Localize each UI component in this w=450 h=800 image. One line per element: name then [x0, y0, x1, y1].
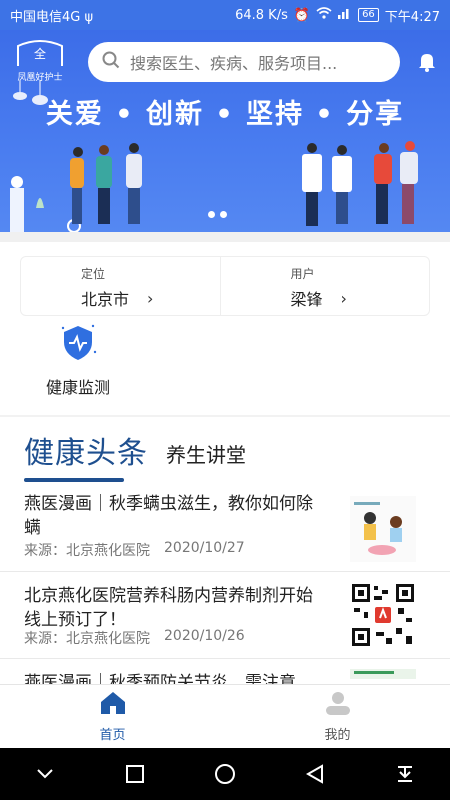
search-bar[interactable]: 搜索医生、疾病、服务项目...: [88, 42, 400, 82]
home-circle-icon[interactable]: [213, 762, 237, 786]
qr-code-thumbnail: [350, 582, 416, 648]
news-tabs: 健康头条 养生讲堂: [24, 428, 246, 482]
network-speed: 64.8 K/s: [235, 7, 288, 23]
nav-home[interactable]: 首页: [0, 685, 225, 748]
user-selector[interactable]: 用户 梁锋 ›: [219, 257, 430, 315]
status-bar: 中国电信4G ψ 64.8 K/s ⏰ 66 下午4:27: [0, 0, 450, 30]
health-monitor-label: 健康监测: [45, 378, 110, 397]
news-date: 2020/10/26: [164, 628, 245, 644]
nav-mine-label: 我的: [324, 728, 351, 743]
system-nav-bar: [0, 748, 450, 800]
news-item[interactable]: 燕医漫画｜秋季预防关节炎，需注意: [0, 659, 450, 684]
nav-home-label: 首页: [99, 728, 126, 743]
tab-health-headlines[interactable]: 健康头条: [24, 428, 148, 482]
carrier-text: 中国电信4G ψ: [10, 9, 94, 25]
news-item[interactable]: 燕医漫画｜秋季螨虫滋生，教你如何除螨 来源：北京燕化医院 2020/10/27: [0, 492, 450, 572]
news-item[interactable]: 北京燕化医院营养科肠内营养制剂开始线上预订了！ 来源：北京燕化医院 2020/1…: [0, 572, 450, 659]
info-card: 定位 北京市 › 用户 梁锋 ›: [20, 256, 430, 316]
carousel-dot: [220, 211, 227, 218]
news-source: 来源：北京燕化医院: [24, 631, 150, 647]
user-icon: [324, 690, 352, 720]
wifi-icon: [316, 7, 332, 23]
user-value: 梁锋: [290, 290, 323, 309]
signal-icon: [338, 7, 352, 23]
recents-icon[interactable]: [123, 762, 147, 786]
clock-text: 下午4:27: [384, 9, 440, 25]
user-label: 用户: [290, 267, 315, 281]
news-date: 2020/10/27: [164, 540, 245, 556]
bottom-nav: 首页 我的: [0, 684, 450, 748]
home-icon: [99, 690, 127, 720]
location-label: 定位: [81, 267, 106, 281]
logo-text: 凤凰好护士: [17, 73, 63, 83]
news-title: 北京燕化医院营养科肠内营养制剂开始线上预订了！: [24, 586, 313, 630]
back-icon[interactable]: [303, 762, 327, 786]
alarm-icon: ⏰: [293, 7, 311, 23]
notification-pull-icon[interactable]: [393, 762, 417, 786]
search-placeholder: 搜索医生、疾病、服务项目...: [130, 54, 338, 73]
search-icon: [102, 51, 120, 73]
news-thumbnail: [350, 669, 416, 679]
section-divider: [0, 415, 450, 417]
tab-wellness-lectures[interactable]: 养生讲堂: [166, 439, 246, 478]
hide-nav-icon[interactable]: [33, 762, 57, 786]
news-source: 来源：北京燕化医院: [24, 543, 150, 559]
health-monitor-button[interactable]: 健康监测: [38, 322, 118, 398]
battery-icon: 66: [358, 8, 379, 22]
news-thumbnail: [350, 496, 416, 562]
carousel-dot: [208, 211, 215, 218]
news-title: 燕医漫画｜秋季预防关节炎，需注意: [24, 673, 296, 684]
chevron-right-icon: ›: [340, 288, 347, 308]
section-divider: [0, 232, 450, 242]
news-title: 燕医漫画｜秋季螨虫滋生，教你如何除螨: [24, 494, 313, 538]
shield-heartbeat-icon: [58, 324, 98, 366]
chevron-right-icon: ›: [147, 288, 154, 308]
banner-slogan: 关爱 • 创新 • 坚持 • 分享: [45, 99, 405, 130]
banner-carousel[interactable]: 全 凤凰好护士 搜索医生、疾病、服务项目... 关爱 • 创新 • 坚持 • 分…: [0, 30, 450, 232]
carousel-indicator: [208, 211, 227, 218]
location-value: 北京市: [81, 290, 130, 309]
location-selector[interactable]: 定位 北京市 ›: [21, 257, 220, 315]
svg-text:全: 全: [34, 46, 46, 61]
nav-mine[interactable]: 我的: [225, 685, 450, 748]
bell-icon[interactable]: [418, 52, 436, 72]
